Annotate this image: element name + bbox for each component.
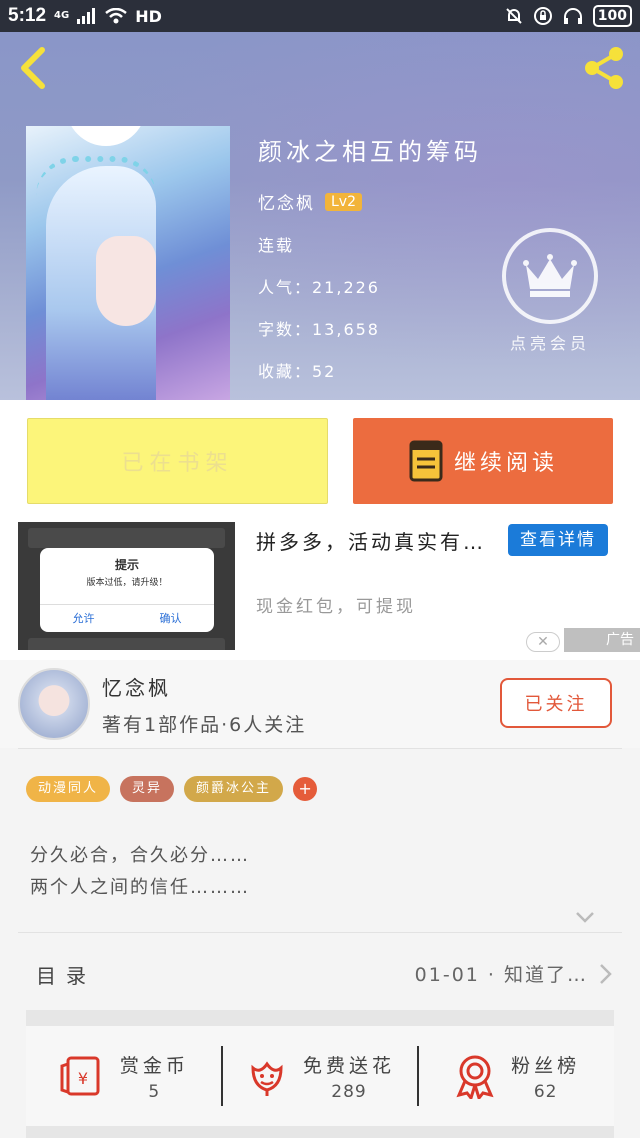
add-tag-button[interactable]: + bbox=[293, 777, 318, 801]
send-flower-button[interactable]: 免费送花 289 bbox=[223, 1026, 418, 1126]
continue-reading-button[interactable]: 继续阅读 bbox=[353, 418, 613, 504]
book-author[interactable]: 忆念枫 bbox=[258, 189, 315, 214]
ad-tag: 广告 bbox=[564, 628, 640, 652]
ad-image[interactable]: 提示 版本过低，请升级！ 允许 确认 bbox=[18, 522, 235, 650]
network-type: 4G bbox=[54, 10, 70, 21]
book-cover[interactable] bbox=[26, 126, 230, 400]
ad-dialog-mock: 提示 版本过低，请升级！ 允许 确认 bbox=[40, 548, 214, 632]
author-name: 忆念枫 bbox=[102, 676, 171, 700]
on-shelf-button[interactable]: 已在书架 bbox=[27, 418, 328, 504]
author-meta: 著有1部作品·6人关注 bbox=[102, 714, 307, 736]
chevron-down-icon bbox=[576, 912, 594, 923]
avatar[interactable] bbox=[18, 668, 90, 740]
popularity-count: 人气：21,226 bbox=[258, 278, 380, 297]
share-icon bbox=[585, 47, 623, 89]
favorites-count: 收藏：52 bbox=[258, 362, 337, 381]
book-header: 颜冰之相互的筹码 忆念枫 Lv2 连载 人气：21,226 字数：13,658 … bbox=[0, 32, 640, 400]
ad-banner[interactable]: 提示 版本过低，请升级！ 允许 确认 拼多多，活动真实有… 查看详情 现金红包，… bbox=[0, 522, 640, 660]
divider bbox=[18, 932, 622, 933]
tag-item[interactable]: 灵异 bbox=[120, 776, 175, 802]
tag-list: 动漫同人 灵异 颜爵冰公主 + bbox=[26, 776, 318, 802]
status-time: 5:12 bbox=[8, 5, 47, 26]
bottom-stats: ¥ 赏金币 5 免费送花 289 粉丝榜 62 bbox=[26, 1026, 614, 1126]
ad-title[interactable]: 拼多多，活动真实有… bbox=[256, 526, 486, 555]
level-badge: Lv2 bbox=[325, 192, 362, 211]
chevron-left-icon bbox=[21, 47, 45, 89]
chevron-right-icon bbox=[600, 964, 612, 984]
tag-item[interactable]: 颜爵冰公主 bbox=[184, 776, 284, 802]
author-card[interactable]: 忆念枫 著有1部作品·6人关注 已关注 bbox=[0, 660, 640, 748]
award-ribbon-icon bbox=[456, 1055, 494, 1099]
svg-text:¥: ¥ bbox=[78, 1069, 88, 1088]
signal-icon bbox=[77, 8, 96, 24]
vip-label: 点亮会员 bbox=[509, 334, 590, 353]
headphones-icon bbox=[563, 8, 582, 24]
ad-description: 现金红包，可提现 bbox=[256, 597, 416, 617]
tag-item[interactable]: 动漫同人 bbox=[26, 776, 111, 802]
expand-description-button[interactable] bbox=[574, 906, 596, 928]
reward-coins-button[interactable]: ¥ 赏金币 5 bbox=[26, 1026, 221, 1126]
action-bar: 已在书架 继续阅读 bbox=[0, 400, 640, 522]
fan-ranking-button[interactable]: 粉丝榜 62 bbox=[419, 1026, 614, 1126]
lock-rotation-icon bbox=[533, 7, 552, 25]
wifi-icon bbox=[105, 8, 127, 24]
follow-button[interactable]: 已关注 bbox=[500, 678, 612, 728]
ad-close-button[interactable]: ✕ bbox=[526, 632, 560, 652]
section-gap bbox=[26, 1126, 614, 1138]
book-description: 分久必合，合久必分…… 两个人之间的信任……… bbox=[30, 845, 250, 898]
divider bbox=[18, 748, 622, 749]
catalog-title: 目录 bbox=[36, 964, 96, 988]
catalog-row[interactable]: 目录 01-01 · 知道了… bbox=[18, 934, 622, 1012]
share-button[interactable] bbox=[580, 44, 628, 92]
word-count: 字数：13,658 bbox=[258, 320, 380, 339]
status-bar: 5:12 4G HD 100 bbox=[0, 0, 640, 32]
book-info: 颜冰之相互的筹码 忆念枫 Lv2 连载 人气：21,226 字数：13,658 … bbox=[258, 132, 482, 382]
book-icon bbox=[409, 440, 443, 482]
red-envelope-icon: ¥ bbox=[60, 1056, 100, 1096]
hd-indicator: HD bbox=[135, 6, 162, 26]
crown-icon bbox=[523, 254, 577, 297]
vip-button[interactable]: 点亮会员 bbox=[500, 228, 600, 354]
serial-status: 连载 bbox=[258, 236, 295, 255]
continue-reading-label: 继续阅读 bbox=[453, 451, 558, 476]
section-gap bbox=[26, 1010, 614, 1026]
ad-detail-button[interactable]: 查看详情 bbox=[508, 524, 608, 556]
battery-indicator: 100 bbox=[592, 5, 632, 27]
latest-chapter: 01-01 · 知道了… bbox=[414, 964, 588, 986]
flower-icon bbox=[251, 1061, 283, 1096]
book-title: 颜冰之相互的筹码 bbox=[258, 138, 482, 166]
back-button[interactable] bbox=[14, 44, 56, 92]
mute-bell-icon bbox=[506, 8, 522, 24]
